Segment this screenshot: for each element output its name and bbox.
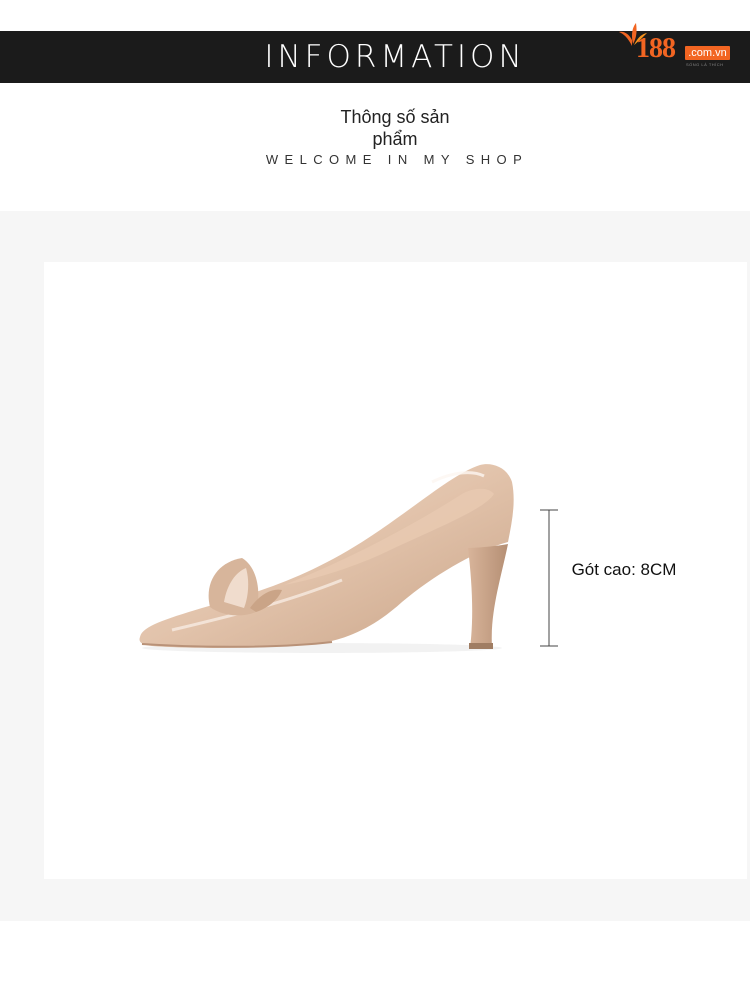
- brand-logo[interactable]: 188 .com.vn SỐNG LÀ THÍCH: [618, 22, 736, 68]
- product-panel: Gót cao: 8CM: [0, 211, 750, 921]
- brand-domain: .com.vn: [685, 46, 730, 60]
- section-subtitle: WELCOME IN MY SHOP: [265, 152, 529, 167]
- brand-tagline: SỐNG LÀ THÍCH: [686, 62, 724, 67]
- heel-height-marker: [540, 509, 558, 647]
- section-title: Thông số sản phẩm: [340, 107, 450, 149]
- product-photo-card: Gót cao: 8CM: [44, 262, 747, 879]
- high-heel-shoe-icon: [139, 464, 514, 653]
- heel-height-label: Gót cao: 8CM: [571, 560, 677, 579]
- brand-number: 188: [636, 33, 676, 64]
